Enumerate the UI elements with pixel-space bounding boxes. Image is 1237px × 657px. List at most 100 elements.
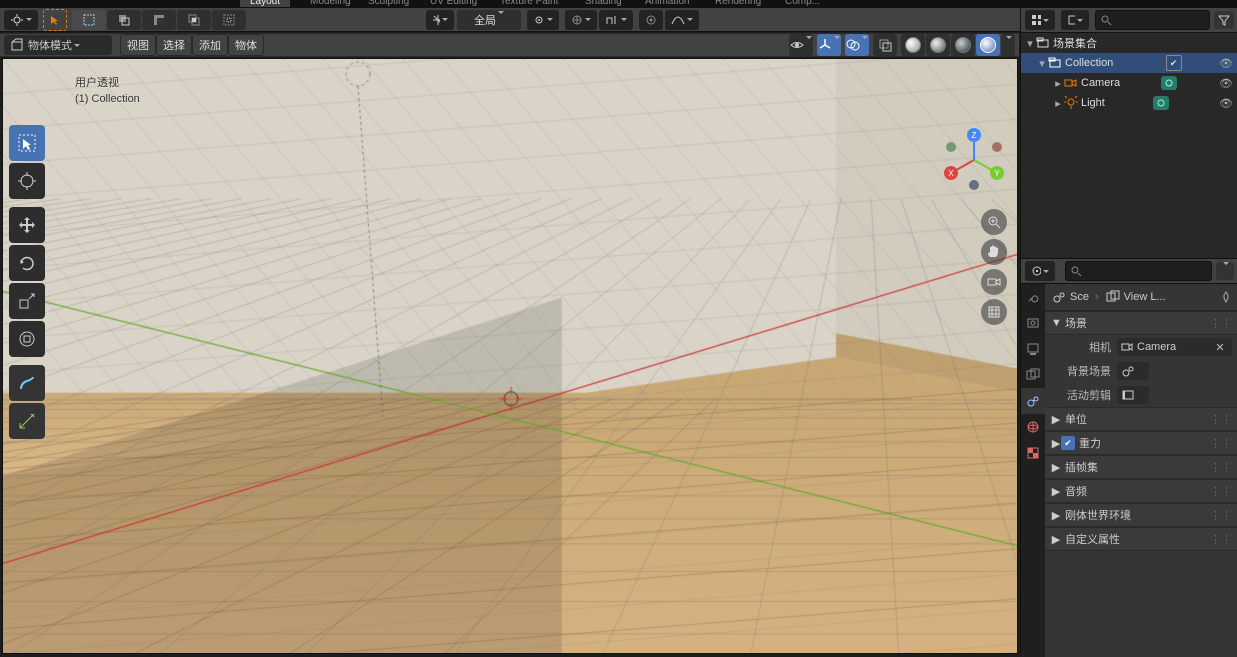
workspace-tab-animation[interactable]: Animation	[635, 0, 699, 7]
nav-camera[interactable]	[981, 269, 1007, 295]
outliner-search[interactable]	[1095, 10, 1210, 30]
tool-transform[interactable]	[9, 321, 45, 357]
orientation-icon-dropdown[interactable]	[426, 10, 454, 30]
collection-icon	[1035, 35, 1051, 51]
panel-scene-header[interactable]: ▼场景⋮⋮	[1045, 311, 1237, 335]
mode-dropdown[interactable]: 物体模式	[4, 35, 112, 55]
outliner-tree[interactable]: ▾ 场景集合 ▾ Collection ✔ 👁 ▸ Camera 👁 ▸ Lig…	[1021, 33, 1237, 258]
workspace-tab-sculpting[interactable]: Sculpting	[358, 0, 419, 7]
crumb-viewlayer[interactable]: View L...	[1124, 291, 1166, 303]
show-overlays-toggle[interactable]	[845, 34, 869, 56]
snap-dropdown[interactable]	[565, 10, 597, 30]
pivot-dropdown[interactable]	[527, 10, 559, 30]
right-panel: ▾ 场景集合 ▾ Collection ✔ 👁 ▸ Camera 👁 ▸ Lig…	[1020, 8, 1237, 654]
nav-pan[interactable]	[981, 239, 1007, 265]
active-clip-field[interactable]	[1117, 386, 1149, 404]
properties-header	[1021, 258, 1237, 284]
panel-audio[interactable]: ▶音频⋮⋮	[1045, 479, 1237, 503]
restriction-badge[interactable]	[1153, 96, 1169, 110]
ptab-output[interactable]	[1021, 336, 1045, 362]
camera-label: 相机	[1051, 339, 1117, 355]
mode-label: 物体模式	[28, 37, 72, 53]
select-mode-extend[interactable]	[107, 10, 141, 30]
shading-solid[interactable]	[926, 34, 950, 56]
workspace-tab-uv[interactable]: UV Editing	[420, 0, 487, 7]
eye-icon[interactable]: 👁	[1218, 77, 1234, 90]
workspace-tab-modeling[interactable]: Modeling	[300, 0, 361, 7]
menu-select[interactable]: 选择	[156, 34, 192, 56]
gravity-checkbox[interactable]: ✔	[1061, 436, 1075, 450]
show-gizmo-toggle[interactable]	[817, 34, 841, 56]
pin-icon[interactable]	[1220, 291, 1232, 303]
panel-gravity[interactable]: ▶✔重力⋮⋮	[1045, 431, 1237, 455]
proportional-edit-toggle[interactable]	[639, 10, 663, 30]
clear-camera[interactable]: ✕	[1212, 341, 1228, 354]
panel-units[interactable]: ▶单位⋮⋮	[1045, 407, 1237, 431]
outliner-display-mode[interactable]	[1061, 10, 1089, 30]
workspace-tab-texture[interactable]: Texture Paint	[490, 0, 568, 7]
ptab-scene[interactable]	[1021, 388, 1045, 414]
select-box-tool-icon[interactable]	[44, 10, 66, 30]
properties-panel: Sce › View L... ▼场景⋮⋮ 相机 Camera ✕ 背景场景	[1021, 284, 1237, 657]
shading-rendered[interactable]	[976, 34, 1000, 56]
prop-active-clip: 活动剪辑	[1045, 383, 1237, 407]
nav-perspective[interactable]	[981, 299, 1007, 325]
proportional-falloff-dropdown[interactable]	[665, 10, 699, 30]
select-mode-intersect[interactable]	[177, 10, 211, 30]
ptab-world[interactable]	[1021, 414, 1045, 440]
workspace-tab-rendering[interactable]: Rendering	[705, 0, 771, 7]
tool-select-box[interactable]	[9, 125, 45, 161]
properties-breadcrumb: Sce › View L...	[1045, 284, 1237, 311]
properties-options[interactable]	[1216, 262, 1234, 280]
properties-editor-type[interactable]	[1025, 261, 1055, 281]
workspace-tab-shading[interactable]: Shading	[575, 0, 632, 7]
select-mode-invert[interactable]	[212, 10, 246, 30]
tool-rotate[interactable]	[9, 245, 45, 281]
outliner-item-light[interactable]: ▸ Light 👁	[1021, 93, 1237, 113]
select-mode-subtract[interactable]	[142, 10, 176, 30]
shading-dropdown[interactable]	[1001, 34, 1015, 56]
menu-add[interactable]: 添加	[192, 34, 228, 56]
panel-rigidbody[interactable]: ▶刚体世界环境⋮⋮	[1045, 503, 1237, 527]
ptab-viewlayer[interactable]	[1021, 362, 1045, 388]
menu-object[interactable]: 物体	[228, 34, 264, 56]
shading-matprev[interactable]	[951, 34, 975, 56]
properties-search[interactable]	[1065, 261, 1212, 281]
viewport-canvas	[3, 59, 1018, 654]
crumb-scene[interactable]: Sce	[1070, 291, 1089, 303]
panel-custom[interactable]: ▶自定义属性⋮⋮	[1045, 527, 1237, 551]
ptab-tool[interactable]	[1021, 284, 1045, 310]
restriction-badge[interactable]	[1161, 76, 1177, 90]
eye-icon[interactable]: 👁	[1218, 97, 1234, 110]
camera-field[interactable]: Camera ✕	[1117, 338, 1232, 356]
eye-icon[interactable]: 👁	[1218, 57, 1234, 70]
tool-scale[interactable]	[9, 283, 45, 319]
tool-measure[interactable]	[9, 403, 45, 439]
outliner-item-camera[interactable]: ▸ Camera 👁	[1021, 73, 1237, 93]
workspace-tab-comp[interactable]: Comp...	[775, 0, 830, 7]
outliner-scene-collection[interactable]: ▾ 场景集合	[1021, 33, 1237, 53]
nav-zoom[interactable]	[981, 209, 1007, 235]
show-selectable-icon[interactable]	[789, 34, 813, 56]
menu-view[interactable]: 视图	[120, 34, 156, 56]
tool-move[interactable]	[9, 207, 45, 243]
orientation-dropdown[interactable]: 全局	[457, 10, 521, 30]
workspace-tab-layout[interactable]: Layout	[240, 0, 290, 7]
outliner-filter[interactable]	[1214, 11, 1234, 29]
shading-wireframe[interactable]	[901, 34, 925, 56]
tool-annotate[interactable]	[9, 365, 45, 401]
outliner-item-label: Collection	[1065, 57, 1113, 69]
bg-scene-field[interactable]	[1117, 362, 1149, 380]
outliner-editor-type[interactable]	[1025, 10, 1055, 30]
viewport-3d[interactable]: 用户透视 (1) Collection Z X Y	[2, 58, 1018, 654]
tool-cursor[interactable]	[9, 163, 45, 199]
snap-target-dropdown[interactable]	[599, 10, 633, 30]
ptab-texture[interactable]	[1021, 440, 1045, 466]
xray-toggle[interactable]	[873, 34, 897, 56]
nav-gizmo[interactable]: Z X Y	[939, 125, 1009, 195]
cursor-dropdown[interactable]	[4, 10, 38, 30]
ptab-render[interactable]	[1021, 310, 1045, 336]
panel-keying[interactable]: ▶插帧集⋮⋮	[1045, 455, 1237, 479]
outliner-item-collection[interactable]: ▾ Collection ✔ 👁	[1021, 53, 1237, 73]
select-mode-new[interactable]	[72, 10, 106, 30]
